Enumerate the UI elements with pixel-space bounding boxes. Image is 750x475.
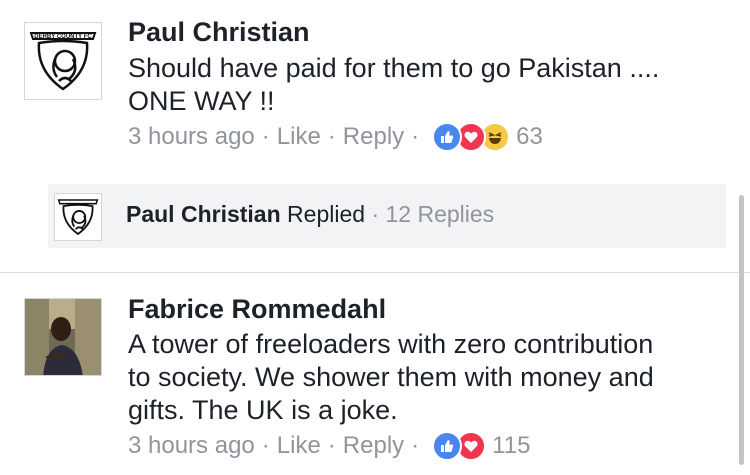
avatar [54,193,102,241]
comment-author[interactable]: Paul Christian [128,17,310,48]
separator-dot: · [261,123,270,150]
comment-text-line: Should have paid for them to go Pakistan… [128,53,660,83]
separator-dot: · [327,432,336,459]
comment-text-line: gifts. The UK is a joke. [128,395,398,425]
reply-link[interactable]: Reply [343,432,404,460]
reply-link[interactable]: Reply [343,123,404,151]
scrollbar[interactable] [739,195,744,465]
comment-text: A tower of freeloaders with zero contrib… [128,328,654,427]
profile-photo [25,299,101,375]
like-link[interactable]: Like [277,432,321,460]
reactions[interactable] [432,431,487,461]
avatar[interactable] [24,298,102,376]
separator-dot: · [371,201,386,227]
derby-county-fc-crest-icon [57,199,99,236]
reply-author: Paul Christian [126,201,281,227]
comment-fabrice-rommedahl: Fabrice Rommedahl A tower of freeloaders… [0,280,750,475]
timestamp[interactable]: 3 hours ago [128,432,255,460]
comment-author[interactable]: Fabrice Rommedahl [128,294,386,325]
comment-text-line: A tower of freeloaders with zero contrib… [128,329,654,359]
svg-text:DERBY COUNTY FC: DERBY COUNTY FC [34,34,92,40]
like-link[interactable]: Like [277,123,321,151]
separator-dot: · [411,432,420,459]
comment-text-line: ONE WAY !! [128,86,275,116]
separator-dot: · [261,432,270,459]
replies-summary[interactable]: Paul Christian Replied · 12 Replies [48,184,726,248]
avatar[interactable]: DERBY COUNTY FC [24,22,102,100]
comment-paul-christian: DERBY COUNTY FC Paul Christian Should ha… [0,0,750,180]
like-icon [432,431,463,461]
comment-text-line: to society. We shower them with money an… [128,362,654,392]
separator-dot: · [327,123,336,150]
like-icon [432,122,463,152]
timestamp[interactable]: 3 hours ago [128,123,255,151]
reply-action: Replied [287,201,366,227]
reactions[interactable] [432,122,511,152]
separator-dot: · [411,123,420,150]
comment-divider [0,272,750,273]
reaction-count[interactable]: 115 [492,432,530,460]
reply-count: 12 Replies [385,201,495,227]
comment-meta: 3 hours ago · Like · Reply · 63 [128,122,543,152]
comment-text: Should have paid for them to go Pakistan… [128,52,659,118]
reply-summary-text[interactable]: Paul Christian Replied · 12 Replies [126,201,494,228]
comment-meta: 3 hours ago · Like · Reply · 115 [128,431,530,461]
derby-county-fc-crest-icon: DERBY COUNTY FC [29,32,97,91]
reaction-count[interactable]: 63 [516,123,543,151]
